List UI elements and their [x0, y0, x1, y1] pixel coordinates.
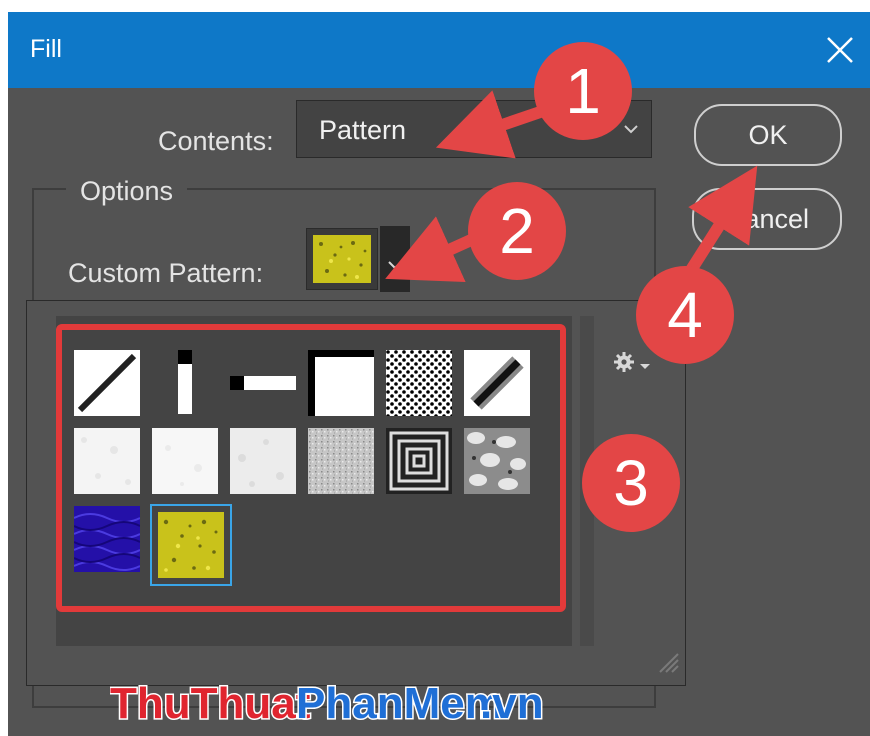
options-legend: Options [66, 176, 188, 207]
pattern-tile-diagonal-line[interactable] [74, 350, 140, 416]
pattern-tile-dots[interactable] [386, 350, 452, 416]
pattern-tile-grey-cloud[interactable] [464, 428, 530, 494]
pattern-tile-diagonal-thick[interactable] [464, 350, 530, 416]
pattern-tile-corner-frame[interactable] [308, 350, 374, 416]
pattern-tile-white-paper-1[interactable] [74, 428, 140, 494]
dialog-title: Fill [30, 35, 62, 63]
step-badge-4: 4 [636, 266, 734, 364]
pattern-tile-blue-water[interactable] [74, 506, 140, 572]
pattern-tile-vertical-bar[interactable] [152, 350, 218, 416]
ok-button[interactable]: OK [694, 104, 842, 166]
contents-value: Pattern [319, 115, 407, 145]
custom-pattern-label: Custom Pattern: [68, 258, 264, 288]
svg-text:PhanMem: PhanMem [296, 679, 504, 728]
pattern-tile-white-paper-2[interactable] [152, 428, 218, 494]
contents-label: Contents: [158, 126, 274, 156]
step-badge-1: 1 [534, 42, 632, 140]
custom-pattern-swatch[interactable] [306, 228, 378, 290]
chevron-down-icon [388, 261, 402, 270]
pattern-tile-yellow-granite[interactable] [150, 504, 232, 586]
chevron-down-icon [624, 125, 638, 134]
resize-grip-icon[interactable] [652, 646, 680, 674]
cancel-button[interactable]: Cancel [692, 188, 842, 250]
pattern-tile-horizontal-bar[interactable] [230, 350, 296, 416]
pattern-tile-concentric-squares[interactable] [386, 428, 452, 494]
step-badge-3: 3 [582, 434, 680, 532]
pattern-tile-grey-noise[interactable] [308, 428, 374, 494]
watermark-logo: ThuThuat PhanMem .vn [110, 678, 545, 730]
pattern-picker-toggle[interactable] [380, 226, 410, 292]
svg-text:.vn: .vn [480, 679, 544, 728]
svg-text:ThuThuat: ThuThuat [110, 679, 311, 728]
pattern-tile-white-paper-3[interactable] [230, 428, 296, 494]
step-badge-2: 2 [468, 182, 566, 280]
yellow-granite-swatch [313, 235, 371, 283]
title-bar: Fill [8, 12, 870, 88]
close-icon[interactable] [822, 32, 858, 68]
gear-icon[interactable] [612, 348, 656, 376]
